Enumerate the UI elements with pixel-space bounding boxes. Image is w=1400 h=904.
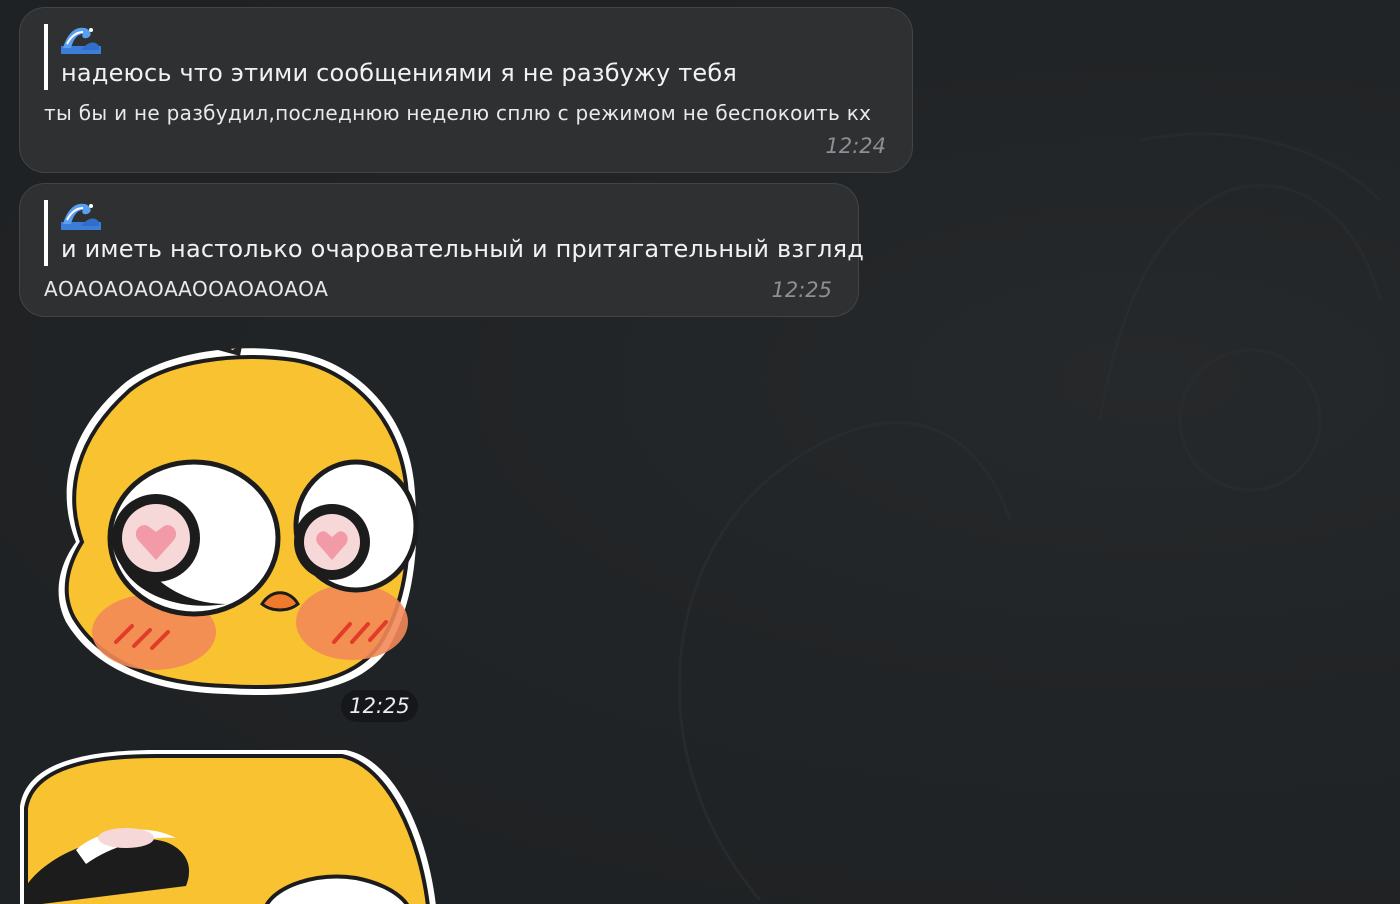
message-bubble[interactable]: надеюсь что этими сообщениями я не разбу…	[19, 7, 913, 173]
message-time: 12:24	[825, 134, 886, 158]
squinting-duck-sticker[interactable]	[16, 746, 436, 904]
wave-icon	[61, 27, 101, 54]
message-time: 12:25	[771, 278, 832, 302]
wave-icon	[61, 203, 101, 230]
reply-text: надеюсь что этими сообщениями я не разбу…	[61, 59, 737, 87]
message-text: АОАОАОАОААООАОАОАОА	[44, 277, 329, 301]
heart-eyes-duck-sticker[interactable]	[36, 342, 420, 698]
message-text: ты бы и не разбудил,последнюю неделю спл…	[44, 101, 872, 125]
reply-text: и иметь настолько очаровательный и притя…	[61, 235, 865, 263]
reply-quote[interactable]: и иметь настолько очаровательный и притя…	[44, 200, 864, 266]
sticker-time: 12:25	[341, 690, 418, 722]
reply-quote[interactable]: надеюсь что этими сообщениями я не разбу…	[44, 24, 737, 90]
chat-view: надеюсь что этими сообщениями я не разбу…	[0, 0, 1400, 904]
message-bubble[interactable]: и иметь настолько очаровательный и притя…	[19, 183, 864, 317]
